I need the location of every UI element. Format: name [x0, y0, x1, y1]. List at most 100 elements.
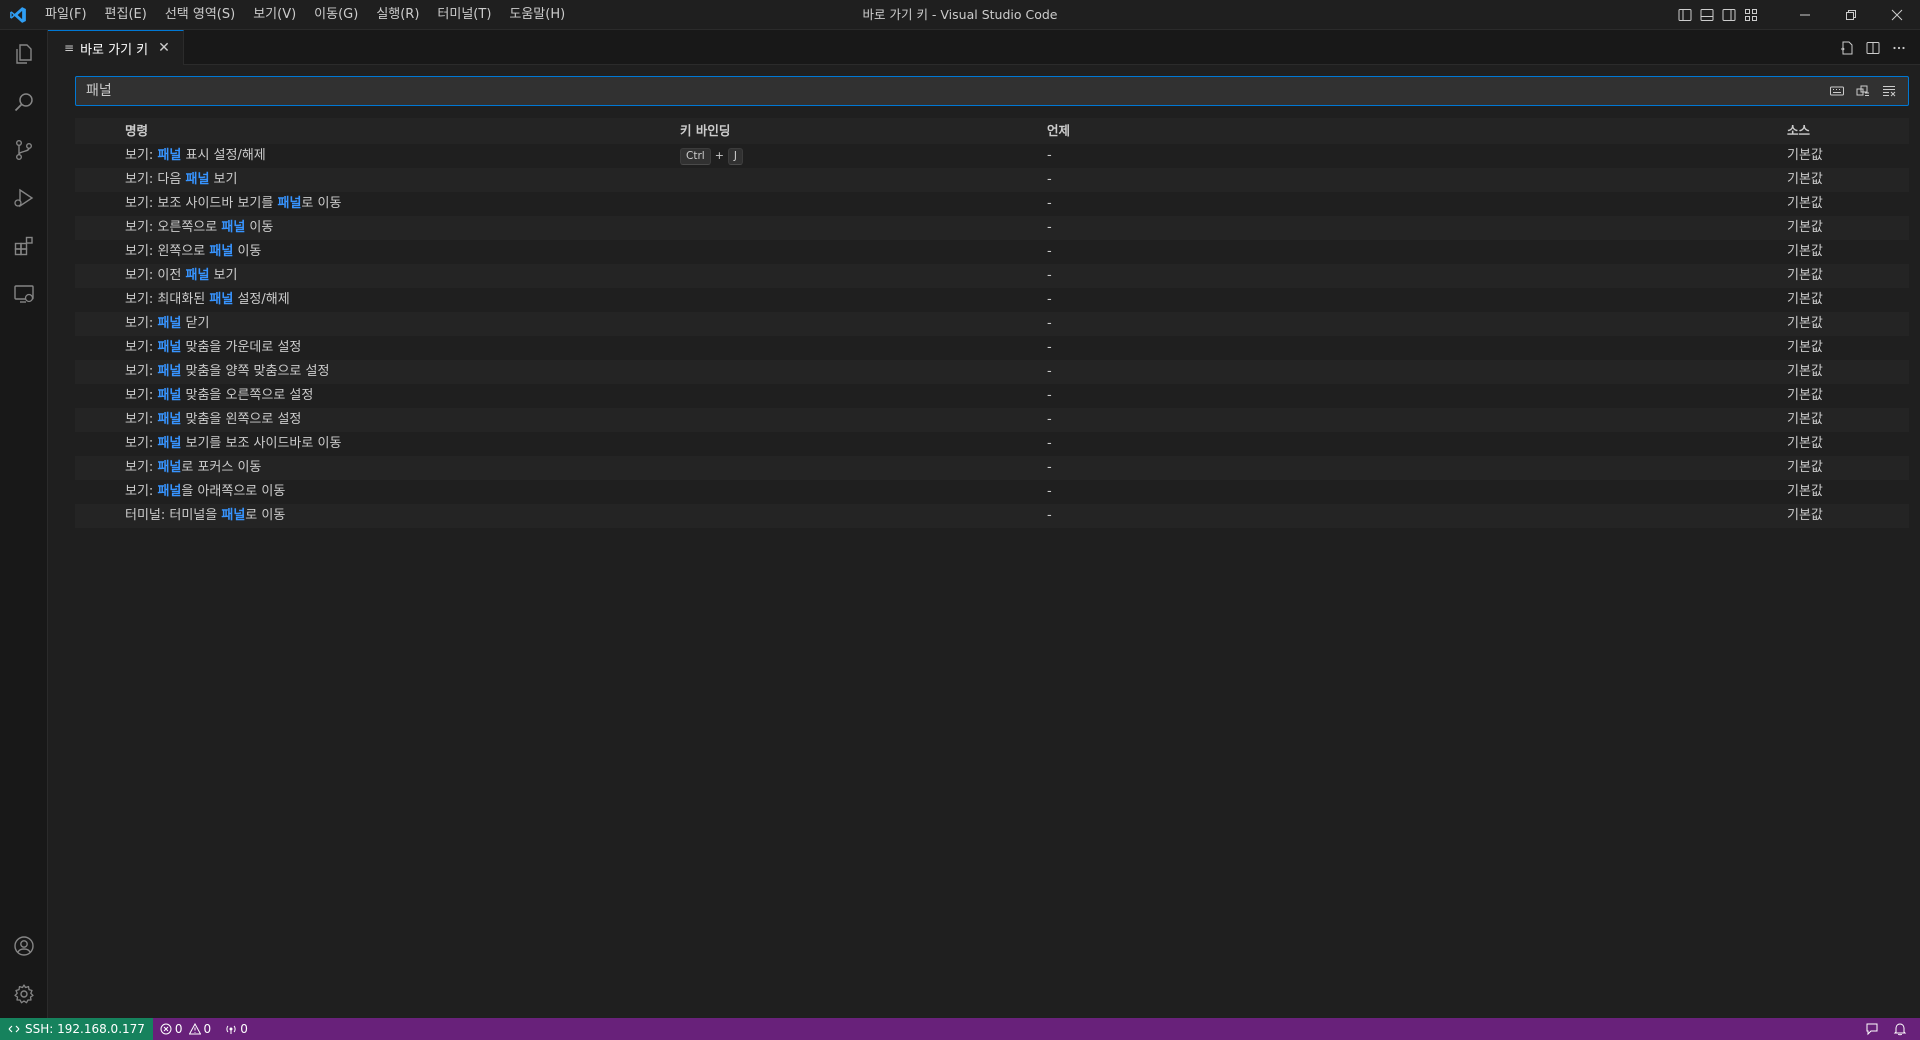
vscode-logo-icon — [0, 0, 36, 30]
command-text: 보기: 이전 — [125, 268, 186, 283]
command-text: 보기: 다음 — [125, 172, 186, 187]
command-text: 로 이동 — [301, 196, 342, 211]
clear-filter-icon[interactable] — [1876, 79, 1902, 103]
table-row[interactable]: 보기: 다음 패널 보기 - 기본값 — [75, 168, 1909, 192]
table-row[interactable]: 보기: 보조 사이드바 보기를 패널로 이동 - 기본값 — [75, 192, 1909, 216]
menu-file[interactable]: 파일(F) — [36, 0, 96, 30]
explorer-icon[interactable] — [0, 30, 48, 78]
command-text: 보기: 오른쪽으로 — [125, 220, 222, 235]
search-match-highlight: 패널 — [157, 484, 182, 499]
command-text: 보기: — [125, 148, 158, 163]
command-text: 보기: — [125, 484, 158, 499]
menu-view[interactable]: 보기(V) — [244, 0, 305, 30]
split-editor-icon[interactable] — [1860, 35, 1886, 61]
notifications-bell-icon[interactable] — [1886, 1018, 1914, 1040]
error-count: 0 — [174, 1022, 183, 1036]
table-row[interactable]: 보기: 패널 맞춤을 양쪽 맞춤으로 설정 - 기본값 — [75, 360, 1909, 384]
extensions-icon[interactable] — [0, 222, 48, 270]
open-keybindings-json-icon[interactable] — [1834, 35, 1860, 61]
table-row[interactable]: 보기: 이전 패널 보기 - 기본값 — [75, 264, 1909, 288]
warning-icon — [188, 1023, 201, 1035]
command-text: 맞춤을 양쪽 맞춤으로 설정 — [181, 364, 330, 379]
when-cell: - — [1047, 364, 1052, 379]
table-row[interactable]: 보기: 패널 닫기 - 기본값 — [75, 312, 1909, 336]
table-row[interactable]: 보기: 패널 맞춤을 오른쪽으로 설정 - 기본값 — [75, 384, 1909, 408]
toggle-panel-icon[interactable] — [1696, 0, 1718, 30]
more-actions-icon[interactable] — [1886, 35, 1912, 61]
manage-gear-icon[interactable] — [0, 970, 48, 1018]
problems-indicator[interactable]: 0 0 — [153, 1018, 218, 1040]
ports-indicator[interactable]: 0 — [218, 1018, 255, 1040]
search-match-highlight: 패널 — [157, 388, 182, 403]
source-cell: 기본값 — [1787, 484, 1823, 499]
sort-by-precedence-icon[interactable] — [1850, 79, 1876, 103]
record-keys-icon[interactable] — [1824, 79, 1850, 103]
command-text: 보기 — [209, 172, 238, 187]
command-text: 보기: 보조 사이드바 보기를 — [125, 196, 278, 211]
table-row[interactable]: 보기: 패널 맞춤을 가운데로 설정 - 기본값 — [75, 336, 1909, 360]
remote-indicator[interactable]: SSH: 192.168.0.177 — [0, 1018, 153, 1040]
feedback-icon[interactable] — [1858, 1018, 1886, 1040]
table-body: 보기: 패널 표시 설정/해제 Ctrl + J - 기본값보기: 다음 패널 보기 - 기본… — [75, 144, 1909, 528]
restore-icon[interactable] — [1828, 0, 1874, 30]
when-cell: - — [1047, 508, 1052, 523]
status-bar: SSH: 192.168.0.177 0 0 0 — [0, 1018, 1920, 1040]
tab-keyboard-shortcuts[interactable]: ≡ 바로 가기 키 ✕ — [48, 30, 184, 65]
source-control-icon[interactable] — [0, 126, 48, 174]
accounts-icon[interactable] — [0, 922, 48, 970]
remote-explorer-icon[interactable] — [0, 270, 48, 318]
command-cell: 터미널: 터미널을 패널로 이동 — [125, 504, 285, 528]
tab-label: 바로 가기 키 — [80, 42, 149, 58]
table-row[interactable]: 보기: 패널로 포커스 이동 - 기본값 — [75, 456, 1909, 480]
menu-help[interactable]: 도움말(H) — [500, 0, 574, 30]
menu-terminal[interactable]: 터미널(T) — [428, 0, 500, 30]
header-source[interactable]: 소스 — [1787, 118, 1810, 144]
menu-bar: 파일(F) 편집(E) 선택 영역(S) 보기(V) 이동(G) 실행(R) 터… — [36, 0, 574, 30]
close-window-icon[interactable] — [1874, 0, 1920, 30]
when-cell: - — [1047, 172, 1052, 187]
menu-selection[interactable]: 선택 영역(S) — [156, 0, 244, 30]
command-text: 닫기 — [181, 316, 210, 331]
header-when[interactable]: 언제 — [1047, 118, 1070, 144]
run-debug-icon[interactable] — [0, 174, 48, 222]
search-match-highlight: 패널 — [157, 364, 182, 379]
minimize-icon[interactable] — [1782, 0, 1828, 30]
header-keybinding[interactable]: 키 바인딩 — [680, 118, 730, 144]
table-row[interactable]: 보기: 패널 맞춤을 왼쪽으로 설정 - 기본값 — [75, 408, 1909, 432]
table-row[interactable]: 보기: 오른쪽으로 패널 이동 - 기본값 — [75, 216, 1909, 240]
command-text: 보기: — [125, 364, 158, 379]
when-cell: - — [1047, 244, 1052, 259]
when-cell: - — [1047, 148, 1052, 163]
toggle-primary-sidebar-icon[interactable] — [1674, 0, 1696, 30]
search-match-highlight: 패널 — [157, 460, 182, 475]
command-cell: 보기: 보조 사이드바 보기를 패널로 이동 — [125, 192, 341, 216]
when-cell: - — [1047, 268, 1052, 283]
command-cell: 보기: 패널을 아래쪽으로 이동 — [125, 480, 285, 504]
menu-run[interactable]: 실행(R) — [367, 0, 428, 30]
command-text: 보기: 왼쪽으로 — [125, 244, 210, 259]
toggle-secondary-sidebar-icon[interactable] — [1718, 0, 1740, 30]
command-text: 표시 설정/해제 — [181, 148, 266, 163]
source-cell: 기본값 — [1787, 268, 1823, 283]
editor-tab-bar: ≡ 바로 가기 키 ✕ — [48, 30, 1920, 65]
header-command[interactable]: 명령 — [125, 118, 148, 144]
menu-edit[interactable]: 편집(E) — [96, 0, 156, 30]
menu-go[interactable]: 이동(G) — [305, 0, 367, 30]
table-row[interactable]: 보기: 최대화된 패널 설정/해제 - 기본값 — [75, 288, 1909, 312]
keybindings-icon: ≡ — [64, 41, 75, 55]
customize-layout-icon[interactable] — [1740, 0, 1762, 30]
key-separator: + — [714, 149, 724, 162]
remote-label: SSH: 192.168.0.177 — [25, 1022, 145, 1036]
search-input[interactable] — [84, 77, 1784, 105]
source-cell: 기본값 — [1787, 460, 1823, 475]
table-row[interactable]: 보기: 왼쪽으로 패널 이동 - 기본값 — [75, 240, 1909, 264]
table-row[interactable]: 보기: 패널 보기를 보조 사이드바로 이동 - 기본값 — [75, 432, 1909, 456]
table-row[interactable]: 보기: 패널 표시 설정/해제 Ctrl + J - 기본값 — [75, 144, 1909, 168]
source-cell: 기본값 — [1787, 244, 1823, 259]
close-icon[interactable]: ✕ — [158, 40, 170, 56]
source-cell: 기본값 — [1787, 316, 1823, 331]
search-icon[interactable] — [0, 78, 48, 126]
table-row[interactable]: 보기: 패널을 아래쪽으로 이동 - 기본값 — [75, 480, 1909, 504]
table-row[interactable]: 터미널: 터미널을 패널로 이동 - 기본값 — [75, 504, 1909, 528]
when-cell: - — [1047, 292, 1052, 307]
